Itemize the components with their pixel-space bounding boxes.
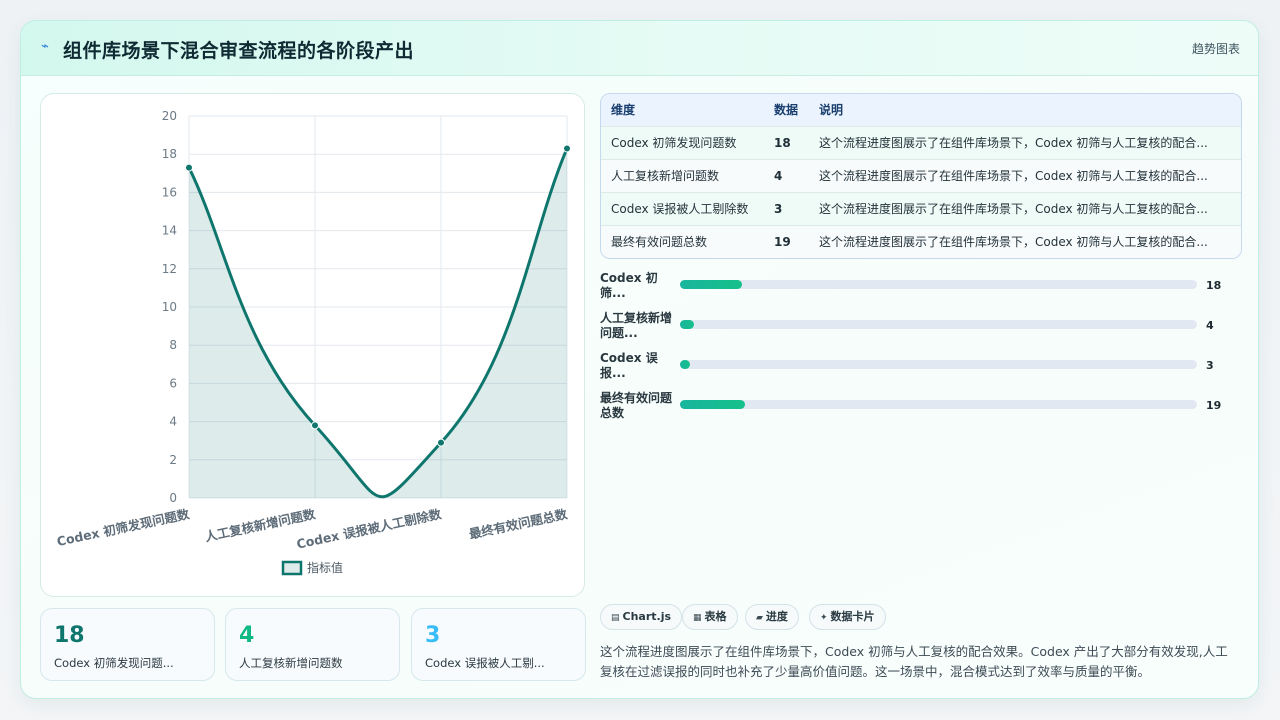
progress-label: 最终有效问题总数 — [600, 391, 673, 420]
y-tick-label: 12 — [162, 262, 177, 276]
progress-label: Codex 误报... — [600, 351, 658, 380]
data-point — [311, 421, 319, 430]
progress-value: 4 — [1206, 319, 1214, 332]
chip-chartjs[interactable]: ▤ Chart.js — [600, 604, 683, 630]
stat-value: 3 — [425, 623, 441, 648]
progress-fill — [680, 360, 691, 369]
y-tick-label: 14 — [162, 224, 177, 238]
progress-fill — [680, 400, 746, 409]
progress-track — [680, 320, 1197, 329]
cell-value: 18 — [774, 135, 791, 150]
chip-label: 进度 — [765, 610, 788, 623]
table-row: Codex 初筛发现问题数 18 这个流程进度图展示了在组件库场景下，Codex… — [601, 126, 1241, 159]
data-point — [185, 163, 193, 172]
stat-value: 18 — [54, 623, 85, 648]
y-tick-label: 16 — [162, 185, 177, 199]
description-text: 这个流程进度图展示了在组件库场景下，Codex 初筛与人工复核的配合效果。Cod… — [600, 644, 1228, 679]
data-table: 维度 数据 说明 Codex 初筛发现问题数 18 这个流程进度图展示了在组件库… — [600, 93, 1242, 259]
stat-value: 4 — [239, 623, 255, 648]
cell-note: 这个流程进度图展示了在组件库场景下，Codex 初筛与人工复核的配合... — [819, 235, 1208, 250]
table-icon: ▦ — [693, 613, 702, 623]
y-tick-label: 18 — [162, 147, 177, 161]
progress-track — [680, 360, 1197, 369]
cell-value: 19 — [774, 234, 791, 249]
column-header-value: 数据 — [774, 103, 799, 118]
page-title: 组件库场景下混合审查流程的各阶段产出 — [63, 40, 415, 62]
progress-label: Codex 初筛... — [600, 271, 658, 300]
progress-icon: ▰ — [756, 613, 763, 623]
y-tick-label: 0 — [169, 491, 177, 505]
y-tick-label: 20 — [162, 109, 177, 123]
progress-fill — [680, 320, 694, 329]
progress-value: 3 — [1206, 359, 1214, 372]
cell-value: 4 — [774, 168, 783, 183]
x-tick-label: Codex 误报被人工剔除数 — [295, 506, 443, 551]
progress-row: Codex 初筛... 18 — [600, 271, 1242, 311]
dashboard-card: ⌁ 组件库场景下混合审查流程的各阶段产出 趋势图表 0 2 4 6 8 10 12 14 16 1… — [20, 20, 1259, 699]
card-header: ⌁ 组件库场景下混合审查流程的各阶段产出 趋势图表 — [21, 21, 1258, 76]
data-point — [437, 438, 445, 447]
progress-value: 19 — [1206, 399, 1222, 412]
y-tick-label: 10 — [162, 300, 177, 314]
progress-label: 人工复核新增问题... — [600, 311, 673, 340]
chip-progress[interactable]: ▰ 进度 — [745, 604, 799, 630]
stat-card: 3 Codex 误报被人工剔... — [411, 608, 586, 681]
cell-dimension: Codex 初筛发现问题数 — [611, 136, 737, 150]
y-tick-label: 2 — [169, 453, 177, 467]
cell-note: 这个流程进度图展示了在组件库场景下，Codex 初筛与人工复核的配合... — [819, 202, 1208, 216]
lightning-icon: ⌁ — [41, 39, 49, 54]
chart-type-tag: 趋势图表 — [1191, 42, 1240, 56]
chart-icon: ▤ — [611, 613, 620, 623]
data-point — [563, 144, 571, 153]
area-chart: 02468101214161820Codex 初筛发现问题数 人工复核新增问题数C… — [55, 109, 571, 576]
progress-value: 18 — [1206, 279, 1222, 292]
cell-dimension: Codex 误报被人工剔除数 — [611, 202, 749, 216]
chip-label: Chart.js — [622, 610, 672, 623]
chip-label: 表格 — [704, 610, 727, 623]
x-tick-label: 最终有效问题总数 — [468, 506, 569, 542]
stat-label: Codex 误报被人工剔... — [425, 656, 545, 670]
cell-note: 这个流程进度图展示了在组件库场景下，Codex 初筛与人工复核的配合... — [819, 169, 1208, 183]
cell-dimension: 人工复核新增问题数 — [611, 169, 720, 183]
column-header-dimension: 维度 — [611, 103, 636, 118]
x-tick-label: Codex 初筛发现问题数 — [55, 506, 191, 549]
legend-swatch — [281, 560, 303, 576]
column-header-note: 说明 — [819, 103, 844, 118]
table-row: Codex 误报被人工剔除数 3 这个流程进度图展示了在组件库场景下，Codex… — [601, 192, 1241, 225]
table-row: 人工复核新增问题数 4 这个流程进度图展示了在组件库场景下，Codex 初筛与人… — [601, 159, 1241, 192]
stat-card: 18 Codex 初筛发现问题... — [40, 608, 215, 681]
stat-label: 人工复核新增问题数 — [239, 656, 343, 670]
chart-panel: 0 2 4 6 8 10 12 14 16 18 20 Codex 初筛发现问题数 人工复核新增问题数 C… — [40, 93, 585, 597]
sparkle-icon: ✦ — [820, 613, 828, 623]
y-tick-label: 8 — [169, 338, 177, 352]
stat-card: 4 人工复核新增问题数 — [225, 608, 400, 681]
progress-row: 最终有效问题总数 19 — [600, 391, 1242, 431]
progress-track — [680, 400, 1197, 409]
progress-row: Codex 误报... 3 — [600, 351, 1242, 391]
progress-track — [680, 280, 1197, 289]
progress-row: 人工复核新增问题... 4 — [600, 311, 1242, 351]
chip-label: 数据卡片 — [830, 610, 875, 623]
stat-label: Codex 初筛发现问题... — [54, 656, 174, 670]
cell-dimension: 最终有效问题总数 — [611, 235, 708, 250]
chip-data-card[interactable]: ✦ 数据卡片 — [809, 604, 886, 630]
cell-note: 这个流程进度图展示了在组件库场景下，Codex 初筛与人工复核的配合... — [819, 136, 1208, 150]
cell-value: 3 — [774, 201, 783, 216]
legend-label: 指标值 — [307, 560, 343, 575]
table-header-row: 维度 数据 说明 — [601, 94, 1241, 126]
table-row: 最终有效问题总数 19 这个流程进度图展示了在组件库场景下，Codex 初筛与人… — [601, 225, 1241, 258]
chip-table[interactable]: ▦ 表格 — [682, 604, 738, 630]
y-tick-label: 6 — [169, 376, 177, 390]
progress-fill — [680, 280, 743, 289]
y-tick-label: 4 — [169, 415, 177, 429]
